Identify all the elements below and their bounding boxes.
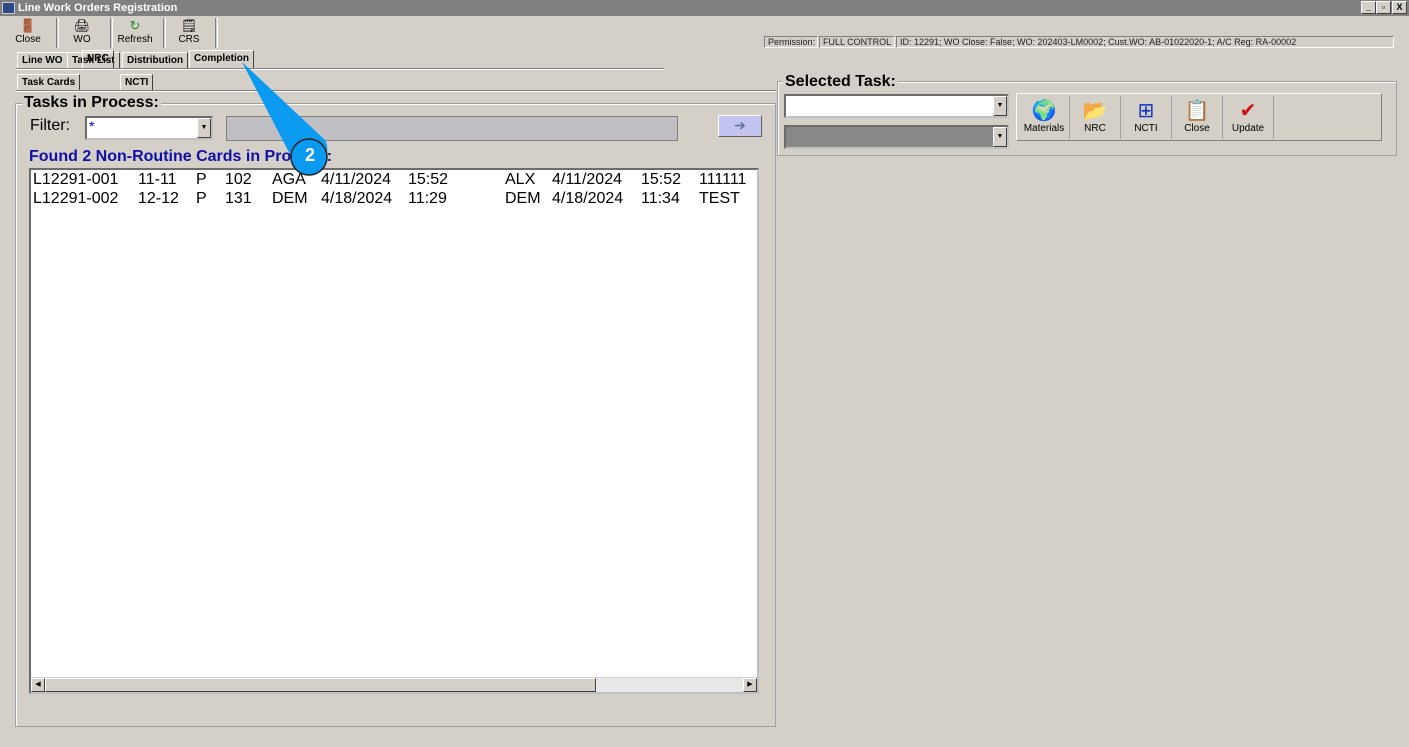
label: NRC [1084, 123, 1106, 134]
nrc-cell: L12291-001 [33, 171, 119, 188]
toolbar-separator [110, 18, 113, 48]
nrc-cell: 12-12 [138, 190, 179, 207]
nrc-cell: 15:52 [641, 171, 682, 188]
selected-task-combobox[interactable]: ▼ [784, 94, 1009, 118]
chevron-down-icon[interactable]: ▼ [197, 118, 211, 138]
chevron-down-icon[interactable]: ▼ [993, 96, 1007, 116]
label: Close [15, 34, 41, 45]
window-title: Line Work Orders Registration [18, 2, 178, 14]
materials-button[interactable]: 🌍 Materials [1019, 96, 1070, 139]
filter-label: Filter: [30, 117, 70, 134]
nrc-cell: 4/11/2024 [552, 171, 622, 188]
tasks-title: Tasks in Process: [22, 94, 161, 111]
filter-value: * [89, 118, 95, 134]
nrc-button[interactable]: 📂 NRC [1070, 96, 1121, 139]
minimize-button[interactable]: _ [1361, 1, 1376, 14]
toolbar-separator [163, 18, 166, 48]
ncti-button[interactable]: ⊞ NCTI [1121, 96, 1172, 139]
tab-strip-line [16, 68, 664, 70]
tab-line-wo[interactable]: Line WO [17, 52, 68, 68]
app-icon [2, 2, 15, 14]
nrc-cell: P [196, 190, 207, 207]
clipboard-check-icon: ✔ [1239, 100, 1257, 122]
subtab-nrc[interactable]: NRC [82, 50, 114, 68]
nrc-cell: L12291-002 [33, 190, 119, 207]
nrc-cell: TEST [699, 190, 740, 207]
arrow-right-icon: ➔ [734, 117, 746, 133]
close-task-button[interactable]: 📋 Close [1172, 96, 1223, 139]
import-table-icon: ⊞ [1137, 100, 1155, 122]
label: Close [1184, 123, 1210, 134]
chevron-down-icon[interactable]: ▼ [993, 127, 1007, 147]
close-document-icon: 📋 [1184, 100, 1210, 122]
toolbar-separator [56, 18, 59, 48]
selected-subtask-combobox[interactable]: ▼ [784, 125, 1009, 149]
toolbar-crs-button[interactable]: 🗒 CRS [169, 18, 209, 48]
nrc-cell: DEM [505, 190, 541, 207]
label: CRS [178, 34, 200, 45]
exit-door-icon: 🚪 [19, 18, 37, 33]
go-button[interactable]: ➔ [718, 115, 762, 137]
nrc-cell: 111111 [699, 171, 747, 188]
nrc-cell: 15:52 [408, 171, 449, 188]
update-button[interactable]: ✔ Update [1223, 96, 1274, 139]
nrc-cell: 4/18/2024 [321, 190, 393, 207]
scroll-left-button[interactable]: ◀ [31, 678, 45, 692]
subtab-ncti[interactable]: NCTI [120, 74, 154, 90]
toolbar-wo-button[interactable]: 🖨 WO [62, 18, 102, 48]
nrc-cell: 11:29 [408, 190, 447, 207]
scroll-thumb[interactable] [45, 678, 596, 692]
close-window-button[interactable]: X [1392, 1, 1407, 14]
toolbar-refresh-button[interactable]: ↻ Refresh [115, 18, 155, 48]
label: WO [73, 34, 91, 45]
folder-documents-icon: 📂 [1082, 100, 1108, 122]
horizontal-scrollbar[interactable]: ◀ ▶ [31, 677, 757, 692]
materials-globe-icon: 🌍 [1031, 100, 1057, 122]
permission-label: Permission: [764, 36, 818, 48]
nrc-list[interactable]: L12291-001 11-11 P 102 AGA 4/11/2024 15:52 ALX 4… [29, 168, 759, 694]
nrc-row[interactable]: L12291-002 12-12 P 131 DEM 4/18/2024 11:29 DEM 4… [31, 190, 757, 209]
subtab-task-cards[interactable]: Task Cards [17, 74, 81, 90]
permission-value: FULL CONTROL [819, 36, 895, 48]
restore-button[interactable]: ▫ [1376, 1, 1391, 14]
subtab-strip-line [16, 90, 776, 92]
nrc-cell: 4/18/2024 [552, 190, 624, 207]
nrc-cell: 11:34 [641, 190, 680, 207]
certificate-icon: 🗒 [180, 18, 198, 33]
annotation-number: 2 [304, 145, 315, 165]
label: Refresh [117, 34, 153, 45]
toolbar-separator [215, 18, 218, 48]
refresh-icon: ↻ [129, 18, 141, 33]
nrc-cell: ALX [505, 171, 536, 188]
label: NCTI [1134, 123, 1158, 134]
title-bar: Line Work Orders Registration [0, 0, 1409, 16]
nrc-row[interactable]: L12291-001 11-11 P 102 AGA 4/11/2024 15:52 ALX 4… [31, 171, 757, 190]
toolbar-close-button[interactable]: 🚪 Close [8, 18, 48, 48]
filter-combobox[interactable]: * ▼ [85, 116, 213, 140]
nrc-cell: DEM [272, 190, 308, 207]
nrc-cell: P [196, 171, 207, 188]
nrc-cell: 131 [225, 190, 252, 207]
label: Update [1231, 123, 1265, 134]
label: Materials [1023, 123, 1065, 134]
printer-icon: 🖨 [73, 18, 91, 33]
wo-info: ID: 12291; WO Close: False; WO: 202403-L… [896, 36, 1394, 48]
selected-task-title: Selected Task: [783, 73, 898, 90]
tab-distribution[interactable]: Distribution [122, 52, 189, 68]
nrc-cell: 11-11 [138, 171, 177, 188]
scroll-right-button[interactable]: ▶ [743, 678, 757, 692]
